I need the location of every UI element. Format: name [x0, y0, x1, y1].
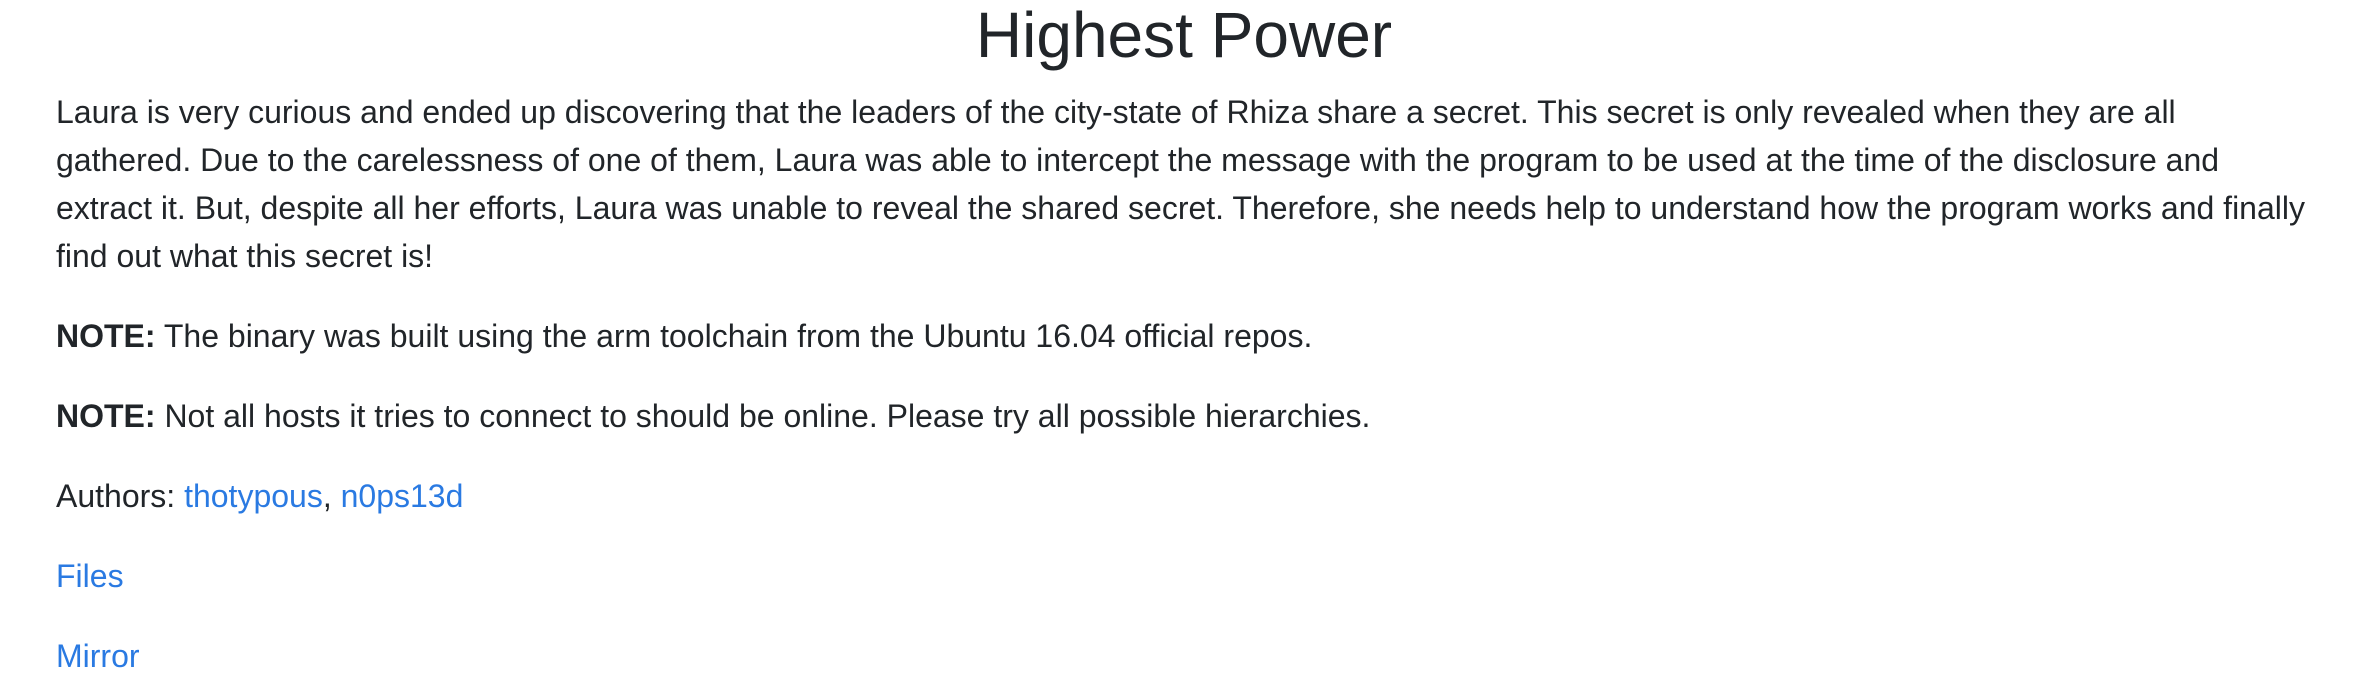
note-build-toolchain: NOTE: The binary was built using the arm… [56, 312, 2312, 360]
note-text: Not all hosts it tries to connect to sho… [155, 398, 1371, 434]
authors-label: Authors: [56, 478, 185, 514]
authors-line: Authors: thotypous, n0ps13d [56, 472, 2312, 520]
files-paragraph: Files [56, 552, 2312, 600]
author-link-thotypous[interactable]: thotypous [184, 478, 323, 514]
page-title: Highest Power [975, 0, 1393, 71]
note-hosts-online: NOTE: Not all hosts it tries to connect … [56, 392, 2312, 440]
note-label: NOTE: [56, 398, 156, 434]
note-text: The binary was built using the arm toolc… [155, 318, 1313, 354]
mirror-paragraph: Mirror [56, 632, 2312, 680]
note-label: NOTE: [56, 318, 156, 354]
challenge-page: Highest Power Laura is very curious and … [0, 0, 2368, 698]
mirror-link[interactable]: Mirror [56, 638, 140, 674]
author-separator: , [322, 478, 341, 514]
challenge-description: Laura is very curious and ended up disco… [56, 94, 2305, 274]
files-link[interactable]: Files [56, 558, 124, 594]
author-link-n0ps13d[interactable]: n0ps13d [341, 478, 464, 514]
